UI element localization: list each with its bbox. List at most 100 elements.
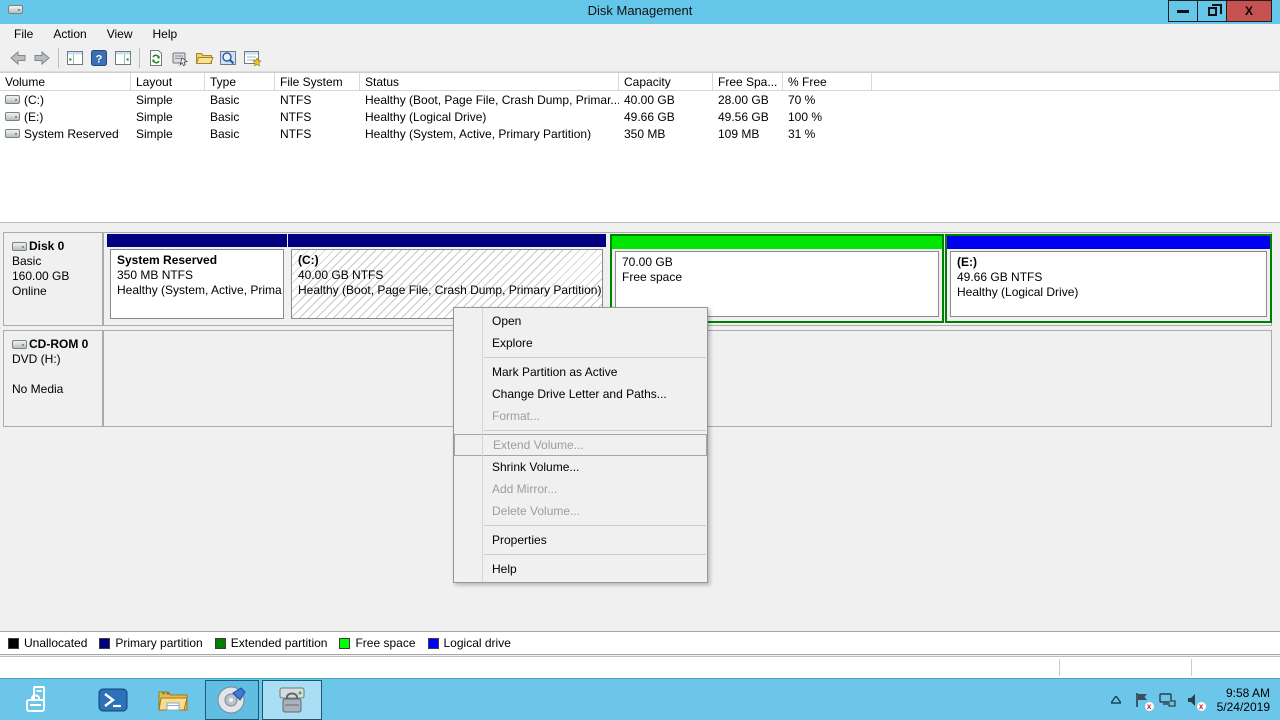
legend-extended-partition: Extended partition xyxy=(215,636,328,650)
toolbar-separator xyxy=(58,48,59,68)
unallocated-swatch xyxy=(8,638,19,649)
volume-muted-icon[interactable] xyxy=(1185,691,1203,709)
error-badge xyxy=(1145,702,1154,711)
clock-date: 5/24/2019 xyxy=(1217,700,1270,714)
legend-bar: Unallocated Primary partition Extended p… xyxy=(0,631,1280,655)
extended-partition-swatch xyxy=(215,638,226,649)
properties-icon[interactable] xyxy=(168,46,192,70)
legend-unallocated: Unallocated xyxy=(8,636,87,650)
menu-item-add-mirror: Add Mirror... xyxy=(454,478,707,500)
context-menu-gutter xyxy=(482,308,483,582)
cdrom-icon xyxy=(12,340,27,349)
primary-partition-swatch xyxy=(99,638,110,649)
menu-item-help[interactable]: Help xyxy=(454,558,707,580)
menu-separator xyxy=(484,430,706,431)
disk-utility-button[interactable] xyxy=(205,680,259,720)
volume-icon xyxy=(5,129,20,138)
menu-item-explore[interactable]: Explore xyxy=(454,332,707,354)
title-bar: Disk Management X xyxy=(0,0,1280,24)
refresh-icon[interactable] xyxy=(144,46,168,70)
logical-drive-color-bar xyxy=(947,236,1270,249)
status-bar xyxy=(0,656,1280,678)
file-explorer-icon xyxy=(157,687,189,713)
volume-table-header: Volume Layout Type File System Status Ca… xyxy=(0,73,1280,91)
primary-partition-color-bar xyxy=(107,234,287,247)
column-header-pct-free[interactable]: % Free xyxy=(783,73,872,90)
status-bar-divider xyxy=(1059,659,1060,676)
close-button[interactable]: X xyxy=(1226,0,1272,22)
server-manager-icon xyxy=(24,685,54,715)
menu-action[interactable]: Action xyxy=(43,25,96,43)
menu-file[interactable]: File xyxy=(4,25,43,43)
show-action-pane-icon[interactable] xyxy=(111,46,135,70)
taskbar: 9:58 AM 5/24/2019 xyxy=(0,678,1280,720)
column-header-filler xyxy=(872,73,1280,90)
free-space-swatch xyxy=(339,638,350,649)
find-icon[interactable] xyxy=(216,46,240,70)
add-snap-in-icon[interactable] xyxy=(240,46,264,70)
logical-drive-swatch xyxy=(428,638,439,649)
menu-help[interactable]: Help xyxy=(143,25,188,43)
disk-icon xyxy=(12,242,27,251)
system-tray: 9:58 AM 5/24/2019 xyxy=(1107,679,1276,720)
menu-item-shrink-volume[interactable]: Shrink Volume... xyxy=(454,456,707,478)
svg-text:?: ? xyxy=(96,53,103,65)
toolbar-separator xyxy=(139,48,140,68)
file-explorer-button[interactable] xyxy=(148,680,198,720)
column-header-volume[interactable]: Volume xyxy=(0,73,131,90)
taskbar-clock[interactable]: 9:58 AM 5/24/2019 xyxy=(1211,686,1276,714)
show-console-tree-icon[interactable] xyxy=(63,46,87,70)
disk0-header-panel[interactable]: Disk 0 Basic 160.00 GB Online xyxy=(3,232,103,326)
menu-item-format: Format... xyxy=(454,405,707,427)
close-icon: X xyxy=(1245,4,1253,18)
menu-separator xyxy=(484,525,706,526)
partition-e[interactable]: (E:) 49.66 GB NTFS Healthy (Logical Driv… xyxy=(945,234,1272,323)
disk-utility-icon xyxy=(216,685,248,715)
restore-button[interactable] xyxy=(1197,0,1227,22)
context-menu: Open Explore Mark Partition as Active Ch… xyxy=(453,307,708,583)
menu-item-change-drive-letter[interactable]: Change Drive Letter and Paths... xyxy=(454,383,707,405)
free-space-color-bar xyxy=(612,236,942,249)
column-header-layout[interactable]: Layout xyxy=(131,73,205,90)
volume-list-pane: Volume Layout Type File System Status Ca… xyxy=(0,72,1280,222)
legend-primary-partition: Primary partition xyxy=(99,636,202,650)
disk-management-icon xyxy=(275,685,309,715)
disk-management-button[interactable] xyxy=(262,680,322,720)
forward-icon[interactable] xyxy=(30,46,54,70)
column-header-file-system[interactable]: File System xyxy=(275,73,360,90)
show-hidden-icons-button[interactable] xyxy=(1107,691,1125,709)
table-row-system-reserved[interactable]: System Reserved Simple Basic NTFS Health… xyxy=(0,125,1280,142)
menu-item-properties[interactable]: Properties xyxy=(454,529,707,551)
powershell-icon xyxy=(98,687,128,713)
menu-separator xyxy=(484,357,706,358)
menu-item-mark-partition-active[interactable]: Mark Partition as Active xyxy=(454,361,707,383)
action-center-flag-icon[interactable] xyxy=(1133,691,1151,709)
open-folder-icon[interactable] xyxy=(192,46,216,70)
column-header-capacity[interactable]: Capacity xyxy=(619,73,713,90)
column-header-status[interactable]: Status xyxy=(360,73,619,90)
help-icon[interactable]: ? xyxy=(87,46,111,70)
cdrom-header-panel[interactable]: CD-ROM 0 DVD (H:) No Media xyxy=(3,330,103,427)
restore-icon xyxy=(1208,7,1217,16)
pane-splitter[interactable] xyxy=(0,222,1280,228)
column-header-free-space[interactable]: Free Spa... xyxy=(713,73,783,90)
menu-item-extend-volume[interactable]: Extend Volume... xyxy=(454,434,707,456)
menu-bar: File Action View Help xyxy=(0,24,1280,44)
network-icon[interactable] xyxy=(1159,691,1177,709)
back-icon[interactable] xyxy=(6,46,30,70)
table-row-e[interactable]: (E:) Simple Basic NTFS Healthy (Logical … xyxy=(0,108,1280,125)
table-row-c[interactable]: (C:) Simple Basic NTFS Healthy (Boot, Pa… xyxy=(0,91,1280,108)
menu-separator xyxy=(484,554,706,555)
menu-item-delete-volume: Delete Volume... xyxy=(454,500,707,522)
minimize-icon xyxy=(1177,10,1189,13)
powershell-button[interactable] xyxy=(88,680,138,720)
menu-view[interactable]: View xyxy=(97,25,143,43)
partition-system-reserved[interactable]: System Reserved 350 MB NTFS Healthy (Sys… xyxy=(107,234,287,323)
muted-badge xyxy=(1197,702,1206,711)
server-manager-button[interactable] xyxy=(14,680,64,720)
toolbar: ? xyxy=(0,44,1280,72)
minimize-button[interactable] xyxy=(1168,0,1198,22)
column-header-type[interactable]: Type xyxy=(205,73,275,90)
menu-item-open[interactable]: Open xyxy=(454,310,707,332)
clock-time: 9:58 AM xyxy=(1217,686,1270,700)
